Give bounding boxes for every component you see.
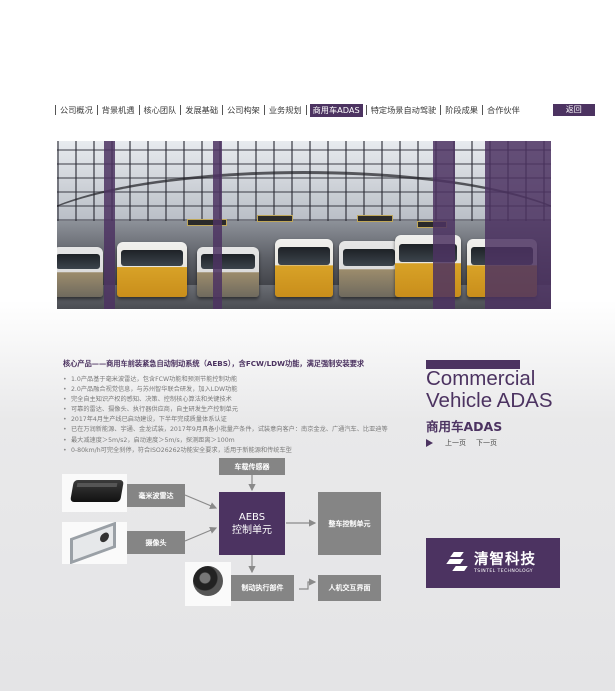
nav-item-company-overview[interactable]: 公司概况	[59, 104, 94, 117]
nav-separator	[263, 105, 265, 115]
nav-separator	[365, 105, 367, 115]
aebs-line2: 控制单元	[232, 524, 272, 536]
page-title-chinese: 商用车ADAS	[426, 419, 503, 434]
next-page-link[interactable]: 下一页	[476, 438, 497, 448]
nav-item-foundation[interactable]: 发展基础	[184, 104, 219, 117]
list-item: 最大减速度＞5m/s2，启动速度＞5m/s，探测距离＞100m	[63, 436, 408, 446]
camera-box: 摄像头	[127, 531, 185, 554]
nav-separator	[222, 105, 224, 115]
list-item: 完全自主知识产权的感知、决策、控制核心算法和关键技术	[63, 395, 408, 405]
vehicle-control-unit-box: 整车控制单元	[318, 492, 381, 555]
product-feature-list: 1.0产品基于毫米波雷达，包含FCW功能和预测节能控制功能 2.0产品融合视觉信…	[63, 375, 408, 456]
nav-item-business-plan[interactable]: 业务规划	[268, 104, 303, 117]
radar-box: 毫米波雷达	[127, 484, 185, 507]
prev-page-link[interactable]: 上一页	[445, 438, 466, 448]
company-logo: 清智科技 TSINTEL TECHNOLOGY	[426, 538, 560, 588]
nav-item-achievements[interactable]: 阶段成果	[444, 104, 479, 117]
back-button[interactable]: 返回	[552, 104, 595, 116]
core-product-heading: 核心产品——商用车前装紧急自动制动系统（AEBS），含FCW/LDW功能，满足强…	[63, 359, 365, 368]
nav-separator	[482, 105, 483, 115]
nav-item-background[interactable]: 背景机遇	[101, 104, 136, 117]
list-item: 已在万润新能源、宇通、金龙试装，2017年9月具备小批量产条件，试装意向客户：南…	[63, 425, 408, 435]
actuator-photo	[185, 562, 231, 606]
nav-separator	[440, 105, 442, 115]
nav-separator	[55, 105, 56, 115]
hmi-box: 人机交互界面	[318, 575, 381, 601]
nav-item-core-team[interactable]: 核心团队	[143, 104, 178, 117]
logo-mark-icon	[446, 552, 468, 574]
list-item: 1.0产品基于毫米波雷达，包含FCW功能和预测节能控制功能	[63, 375, 408, 385]
aebs-line1: AEBS	[238, 511, 266, 523]
pager: 上一页 下一页	[426, 438, 507, 448]
nav-separator	[96, 105, 98, 115]
aebs-control-unit: AEBS 控制单元	[219, 492, 285, 555]
title-en-line2: Vehicle ADAS	[426, 389, 553, 412]
list-item: 0-80km/h可完全刹停，符合ISO26262功能安全要求，适用于新能源和传统…	[63, 446, 408, 456]
radar-photo	[62, 474, 127, 512]
list-item: 2017年4月生产线已启动建设，下半年完成质量体系认证	[63, 415, 408, 425]
top-nav: 公司概况 背景机遇 核心团队 发展基础 公司构架 业务规划 商用车ADAS 特定…	[52, 103, 595, 117]
logo-name-en: TSINTEL TECHNOLOGY	[474, 568, 534, 574]
actuator-box: 制动执行部件	[231, 575, 294, 601]
list-item: 可靠的雷达、摄像头、执行器供应商，自主研发生产控制单元	[63, 405, 408, 415]
nav-separator	[305, 105, 307, 115]
list-item: 2.0产品融合视觉信息，与苏州智华联合研发，加入LDW功能	[63, 385, 408, 395]
title-en-line1: Commercial	[426, 367, 536, 390]
nav-item-partners[interactable]: 合作伙伴	[486, 104, 521, 117]
nav-item-commercial-adas[interactable]: 商用车ADAS	[309, 103, 363, 117]
hero-bus-station-photo	[57, 141, 551, 309]
nav-item-autonomous-driving[interactable]: 特定场景自动驾驶	[370, 104, 438, 117]
page-title-english: Commercial Vehicle ADAS	[426, 368, 596, 412]
nav-item-structure[interactable]: 公司构架	[226, 104, 261, 117]
nav-separator	[180, 105, 182, 115]
logo-name-cn: 清智科技	[474, 551, 536, 568]
play-icon[interactable]	[426, 439, 433, 447]
camera-photo	[62, 522, 127, 564]
vehicle-sensor-box: 车载传感器	[219, 458, 285, 475]
nav-separator	[138, 105, 140, 115]
